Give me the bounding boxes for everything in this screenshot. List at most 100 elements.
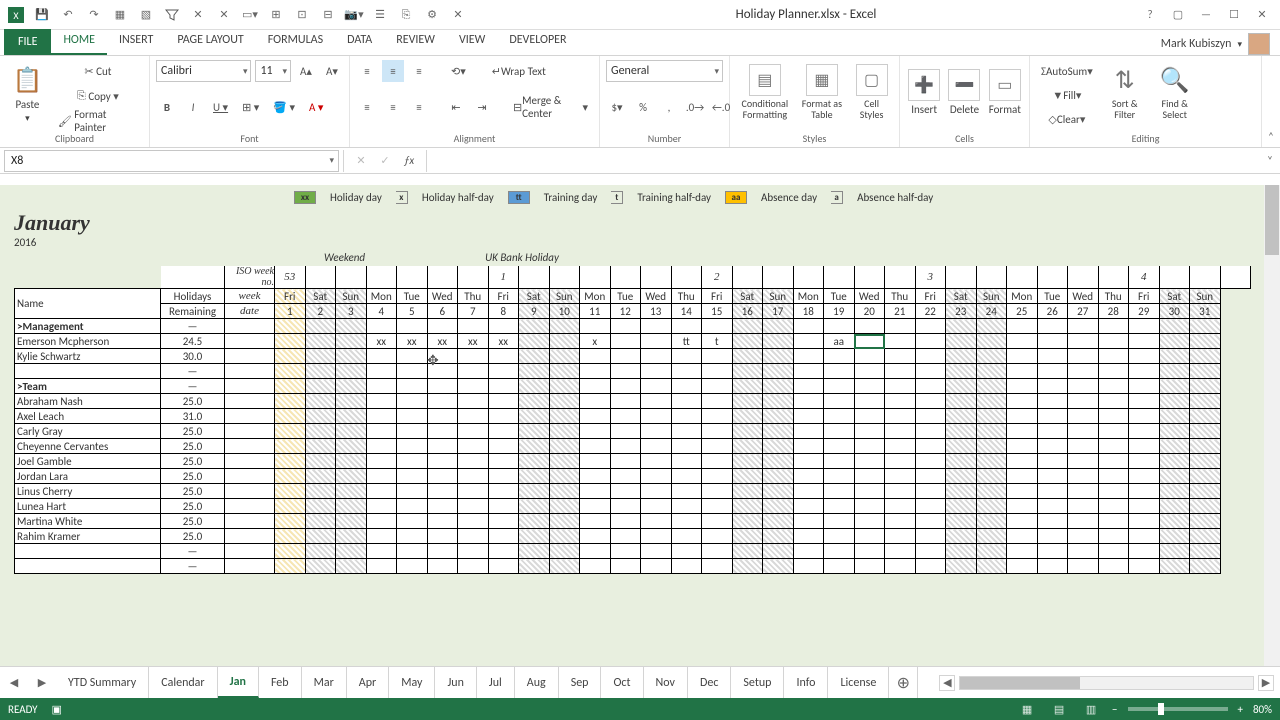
sort-filter-button[interactable]: ⇅Sort & Filter: [1102, 60, 1148, 124]
sheet-tab-nov[interactable]: Nov: [644, 667, 688, 698]
increase-font-button[interactable]: A▴: [295, 60, 317, 82]
minimize-icon[interactable]: —: [1194, 3, 1218, 27]
number-format-select[interactable]: General: [606, 60, 723, 82]
table-row[interactable]: Linus Cherry25.0: [15, 484, 1251, 499]
fx-icon[interactable]: ƒx: [398, 150, 420, 172]
format-painter-button[interactable]: 🖌 Format Painter: [53, 110, 143, 132]
sheet-tab-calendar[interactable]: Calendar: [149, 667, 217, 698]
copy-button[interactable]: ⎘ Copy ▾: [53, 85, 143, 107]
vertical-scrollbar[interactable]: [1264, 185, 1280, 666]
table-row[interactable]: >Team—: [15, 379, 1251, 394]
tab-nav-next[interactable]: ▶: [28, 667, 56, 698]
sheet-tab-license[interactable]: License: [828, 667, 889, 698]
name-box[interactable]: X8: [4, 150, 339, 172]
ribbon-display-icon[interactable]: ▢: [1166, 3, 1190, 27]
camera-icon[interactable]: 📷▾: [344, 5, 364, 25]
clear-button[interactable]: ◇ Clear ▾: [1036, 108, 1098, 130]
ribbon-tab-insert[interactable]: INSERT: [107, 27, 165, 55]
zoom-out-icon[interactable]: −: [1112, 703, 1117, 716]
align-bottom-button[interactable]: ≡: [408, 60, 430, 82]
redo-icon[interactable]: ↷: [84, 5, 104, 25]
paste-button[interactable]: 📋 Paste ▾: [6, 60, 49, 128]
sheet-tab-may[interactable]: May: [389, 667, 435, 698]
sheet-tab-mar[interactable]: Mar: [302, 667, 347, 698]
normal-view-icon[interactable]: ▦: [1016, 701, 1038, 717]
font-name-select[interactable]: Calibri: [156, 60, 251, 82]
undo-icon[interactable]: ↶: [58, 5, 78, 25]
table-row[interactable]: Rahim Kramer25.0: [15, 529, 1251, 544]
table-row[interactable]: Carly Gray25.0: [15, 424, 1251, 439]
align-right-button[interactable]: ≡: [408, 96, 430, 118]
enter-formula-icon[interactable]: ✓: [374, 150, 396, 172]
sheet-tab-oct[interactable]: Oct: [601, 667, 643, 698]
qat-btn-12[interactable]: ✕: [448, 5, 468, 25]
increase-decimal-button[interactable]: .0→: [684, 96, 706, 118]
font-color-button[interactable]: A ▾: [304, 96, 328, 118]
align-center-button[interactable]: ≡: [382, 96, 404, 118]
conditional-formatting-button[interactable]: ▤Conditional Formatting: [736, 60, 794, 124]
save-icon[interactable]: 💾: [32, 5, 52, 25]
insert-cells-button[interactable]: ➕Insert: [906, 65, 942, 120]
format-as-table-button[interactable]: ▦Format as Table: [798, 60, 846, 124]
ribbon-tab-data[interactable]: DATA: [335, 27, 384, 55]
table-row[interactable]: —: [15, 559, 1251, 574]
sheet-tab-jun[interactable]: Jun: [435, 667, 476, 698]
user-account[interactable]: Mark Kubiszyn ▾: [1161, 33, 1280, 55]
cancel-formula-icon[interactable]: ✕: [350, 150, 372, 172]
bold-button[interactable]: B: [156, 96, 178, 118]
ribbon-tab-review[interactable]: REVIEW: [384, 27, 447, 55]
wrap-text-button[interactable]: ↵ Wrap Text: [487, 60, 551, 82]
collapse-ribbon-icon[interactable]: ˄: [1262, 56, 1280, 147]
qat-btn-6[interactable]: ⊞: [266, 5, 286, 25]
qat-btn-8[interactable]: ⊟: [318, 5, 338, 25]
cut-button[interactable]: ✂ Cut: [53, 60, 143, 82]
table-row[interactable]: Axel Leach31.0: [15, 409, 1251, 424]
sheet-tab-feb[interactable]: Feb: [259, 667, 302, 698]
border-button[interactable]: ⊞ ▾: [237, 96, 264, 118]
qat-btn-9[interactable]: ☰: [370, 5, 390, 25]
ribbon-tab-home[interactable]: HOME: [51, 27, 107, 55]
maximize-icon[interactable]: ☐: [1222, 3, 1246, 27]
sheet-tab-dec[interactable]: Dec: [688, 667, 731, 698]
tab-nav-prev[interactable]: ◀: [0, 667, 28, 698]
sheet-tab-aug[interactable]: Aug: [515, 667, 559, 698]
sheet-tab-ytd-summary[interactable]: YTD Summary: [56, 667, 149, 698]
merge-center-button[interactable]: ⊟ Merge & Center ▾: [508, 96, 593, 118]
zoom-in-icon[interactable]: +: [1238, 703, 1243, 716]
ribbon-tab-view[interactable]: VIEW: [447, 27, 497, 55]
sheet-tab-sep[interactable]: Sep: [559, 667, 602, 698]
align-left-button[interactable]: ≡: [356, 96, 378, 118]
decrease-font-button[interactable]: A▾: [321, 60, 343, 82]
ribbon-tab-developer[interactable]: DEVELOPER: [497, 27, 578, 55]
increase-indent-button[interactable]: ⇥: [471, 96, 493, 118]
orientation-button[interactable]: ⟲▾: [446, 60, 471, 82]
table-row[interactable]: Martina White25.0: [15, 514, 1251, 529]
accounting-format-button[interactable]: $▾: [606, 96, 628, 118]
help-icon[interactable]: ?: [1138, 3, 1162, 27]
zoom-level[interactable]: 80%: [1253, 703, 1272, 716]
align-top-button[interactable]: ≡: [356, 60, 378, 82]
zoom-slider[interactable]: [1128, 707, 1228, 711]
qat-btn-4[interactable]: ✕: [214, 5, 234, 25]
formula-bar[interactable]: [426, 150, 1260, 172]
scroll-right-icon[interactable]: ▶: [1258, 675, 1274, 691]
sheet-tab-apr[interactable]: Apr: [347, 667, 389, 698]
qat-btn-5[interactable]: ▭▾: [240, 5, 260, 25]
underline-button[interactable]: U ▾: [208, 96, 233, 118]
sheet-tab-info[interactable]: Info: [784, 667, 828, 698]
comma-button[interactable]: ,: [658, 96, 680, 118]
table-row[interactable]: >Management—: [15, 319, 1251, 334]
table-row[interactable]: Lunea Hart25.0: [15, 499, 1251, 514]
excel-icon[interactable]: X: [6, 5, 26, 25]
autosum-button[interactable]: Σ AutoSum ▾: [1036, 60, 1098, 82]
table-row[interactable]: —: [15, 364, 1251, 379]
italic-button[interactable]: I: [182, 96, 204, 118]
expand-formula-bar-icon[interactable]: ˅: [1260, 154, 1280, 167]
sheet-tab-setup[interactable]: Setup: [731, 667, 784, 698]
table-row[interactable]: Kylie Schwartz30.0: [15, 349, 1251, 364]
qat-btn-11[interactable]: ⚙: [422, 5, 442, 25]
add-sheet-button[interactable]: ⊕: [889, 673, 917, 693]
scroll-left-icon[interactable]: ◀: [939, 675, 955, 691]
worksheet-area[interactable]: xxHoliday day xHoliday half-day ttTraini…: [0, 185, 1280, 666]
table-row[interactable]: Jordan Lara25.0: [15, 469, 1251, 484]
